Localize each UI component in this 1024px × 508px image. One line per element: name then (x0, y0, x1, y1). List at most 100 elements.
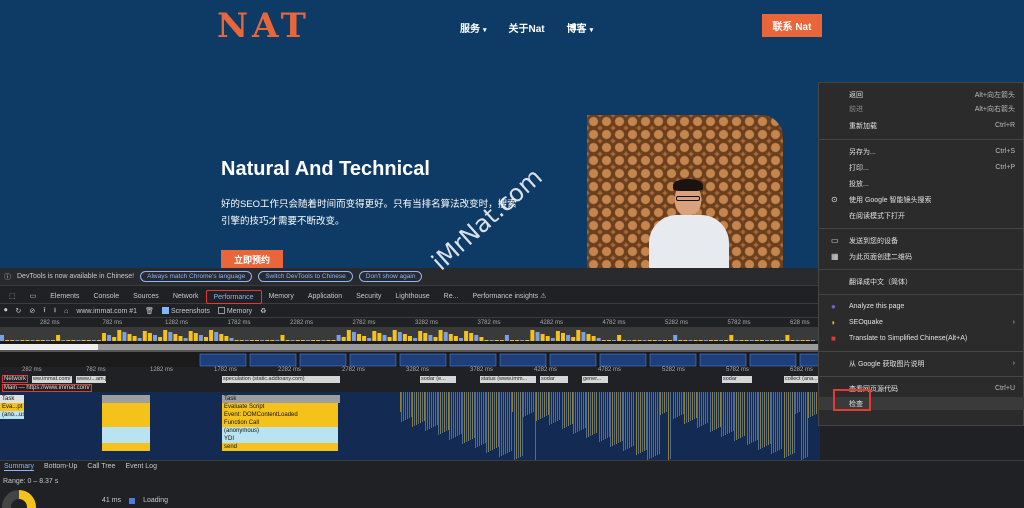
flame-side-label[interactable]: (ano...us) (0, 411, 24, 419)
book-now-button[interactable]: 立即预约 (221, 250, 283, 268)
tab-sources[interactable]: Sources (126, 290, 166, 304)
network-request-bar[interactable]: sodar (540, 376, 568, 383)
flame-event-bar[interactable]: Function Call (222, 419, 338, 427)
tab-performance-insights[interactable]: Performance insights ⚠ (465, 290, 553, 304)
flame-stripe (640, 392, 641, 453)
flame-stripe (437, 392, 438, 425)
menu-item-qr-code[interactable]: ▦ 为此页面创建二维码 (819, 250, 1024, 263)
memory-checkbox[interactable]: Memory (217, 307, 252, 315)
menu-item-translate[interactable]: 翻译成中文（简体） (819, 275, 1024, 288)
tab-call-tree[interactable]: Call Tree (87, 463, 115, 470)
flame-stripe (792, 392, 793, 454)
network-request-bar[interactable]: sodar (e... (420, 376, 456, 383)
flame-stripe (810, 392, 811, 417)
flame-event-bar[interactable]: YDI (222, 435, 338, 443)
flame-event-bar[interactable]: Event: DOMContentLoaded (222, 411, 338, 419)
flame-event-bar[interactable] (102, 395, 150, 403)
recording-select[interactable]: www.immat.com #1 (76, 308, 137, 315)
dont-show-button[interactable]: Don't show again (358, 271, 423, 282)
timeline-overview[interactable] (0, 327, 820, 367)
home-icon[interactable]: ⌂ (64, 308, 68, 315)
switch-chinese-button[interactable]: Switch DevTools to Chinese (258, 271, 353, 282)
main-thread-track[interactable]: Main — https://www.immat.com/ (0, 384, 820, 392)
flame-stripe (625, 392, 626, 450)
timeline-ruler-bottom: 282 ms 782 ms 1282 ms 1782 ms 2282 ms 2782 ms… (0, 366, 820, 375)
menu-item-reading-mode[interactable]: 在阅读模式下打开 (819, 209, 1024, 222)
upload-icon[interactable]: ⭱ (43, 306, 45, 317)
tab-security[interactable]: Security (349, 290, 388, 304)
context-menu: 返回 Alt+向左箭头 前进 Alt+向右箭头 重新加载 Ctrl+R 另存为... C… (818, 82, 1024, 426)
record-icon[interactable]: ⏺ (4, 307, 8, 315)
reload-record-icon[interactable]: ↻ (16, 307, 22, 315)
cpu-peak (642, 340, 647, 341)
nav-item-blog[interactable]: 博客 ▾ (567, 20, 594, 35)
menu-item-translate-extension[interactable]: ■ Translate to Simplified Chinese(Alt+A) (819, 332, 1024, 345)
flame-event-bar[interactable]: (anonymous) (222, 427, 338, 435)
menu-item-cast[interactable]: 投放... (819, 177, 1024, 190)
flame-event-bar[interactable]: Evaluate Script (222, 403, 338, 411)
flame-event-bar[interactable] (102, 427, 150, 435)
network-request-bar[interactable]: www.i...am.js.com (76, 376, 106, 383)
flame-stripe (523, 392, 524, 417)
menu-item-save-as[interactable]: 另存为... Ctrl+S (819, 145, 1024, 158)
tab-lighthouse[interactable]: Lighthouse (388, 290, 436, 304)
flame-event-bar[interactable]: Task (222, 395, 340, 403)
menu-item-send-to-device[interactable]: ▭ 发送到您的设备 (819, 234, 1024, 247)
tab-recorder[interactable]: Re... (437, 290, 466, 304)
device-toolbar-icon[interactable]: ▭ (23, 290, 44, 304)
tab-event-log[interactable]: Event Log (125, 463, 157, 470)
flame-event-bar[interactable] (102, 443, 150, 451)
clear-icon[interactable]: ⊘ (29, 307, 35, 315)
tab-bottom-up[interactable]: Bottom-Up (44, 463, 77, 470)
menu-item-analyze-page[interactable]: ● Analyze this page (819, 300, 1024, 313)
network-request-bar[interactable]: collect (ana... (784, 376, 820, 383)
flame-stripe (631, 392, 632, 447)
tab-performance[interactable]: Performance (205, 289, 262, 304)
tab-network[interactable]: Network (166, 290, 206, 304)
flame-event-bar[interactable] (102, 419, 150, 427)
flame-event-bar[interactable] (102, 435, 150, 443)
flame-stripe (764, 392, 765, 447)
tab-elements[interactable]: Elements (43, 290, 86, 304)
network-request-bar[interactable]: ww.immat.com/ (32, 376, 72, 383)
flame-event-bar[interactable]: send (222, 443, 338, 451)
menu-item-seoquake[interactable]: ◗ SEOquake › (819, 316, 1024, 329)
flame-stripe (505, 392, 506, 454)
network-track[interactable]: Network ww.immat.com/www.i...am.js.com sp… (0, 375, 820, 384)
flame-side-label[interactable]: Task (0, 395, 24, 403)
network-request-bar[interactable]: status (www.imm... (480, 376, 536, 383)
site-logo[interactable]: NAT (217, 6, 310, 46)
tab-application[interactable]: Application (301, 290, 349, 304)
menu-item-forward[interactable]: 前进 Alt+向右箭头 (819, 102, 1024, 115)
menu-item-image-descriptions[interactable]: 从 Google 获取图片说明 › (819, 357, 1024, 370)
flame-stripe (703, 392, 704, 425)
flame-side-label[interactable]: Eva...pt (0, 403, 24, 411)
network-request-bar[interactable]: speculation (static.addtoany.com) (222, 376, 340, 383)
flame-event-bar[interactable] (102, 411, 150, 419)
tab-memory[interactable]: Memory (262, 290, 301, 304)
nav-item-about[interactable]: 关于Nat (509, 20, 545, 35)
flame-event-bar[interactable] (102, 403, 150, 411)
download-icon[interactable]: ⭳ (54, 306, 56, 317)
network-request-bar[interactable]: sodar (722, 376, 752, 383)
cpu-peak (351, 332, 356, 341)
trash-icon[interactable]: 🗑 (145, 307, 154, 315)
menu-item-print[interactable]: 打印... Ctrl+P (819, 161, 1024, 174)
screenshot-thumbnail (349, 353, 397, 367)
gc-icon[interactable]: ♻ (260, 307, 266, 315)
contact-button[interactable]: 联系 Nat (762, 14, 822, 37)
inspect-element-icon[interactable]: ⬚ (2, 290, 23, 304)
tab-summary[interactable]: Summary (4, 463, 34, 471)
menu-item-reload[interactable]: 重新加载 Ctrl+R (819, 119, 1024, 132)
device-icon: ▭ (831, 236, 839, 245)
match-language-button[interactable]: Always match Chrome's language (140, 271, 253, 282)
cpu-peak (566, 335, 571, 341)
ruler-tick: 2282 ms (290, 320, 314, 326)
flame-chart[interactable]: Task Evaluate Script Event: DOMContentLoad… (0, 392, 820, 461)
network-request-bar[interactable]: gener... (582, 376, 608, 383)
tab-console[interactable]: Console (86, 290, 126, 304)
nav-item-services[interactable]: 服务 ▾ (460, 20, 487, 35)
menu-item-google-lens[interactable]: ⊙ 使用 Google 智能镜头搜索 (819, 193, 1024, 206)
screenshots-checkbox[interactable]: Screenshots (161, 307, 210, 315)
menu-item-back[interactable]: 返回 Alt+向左箭头 (819, 88, 1024, 101)
